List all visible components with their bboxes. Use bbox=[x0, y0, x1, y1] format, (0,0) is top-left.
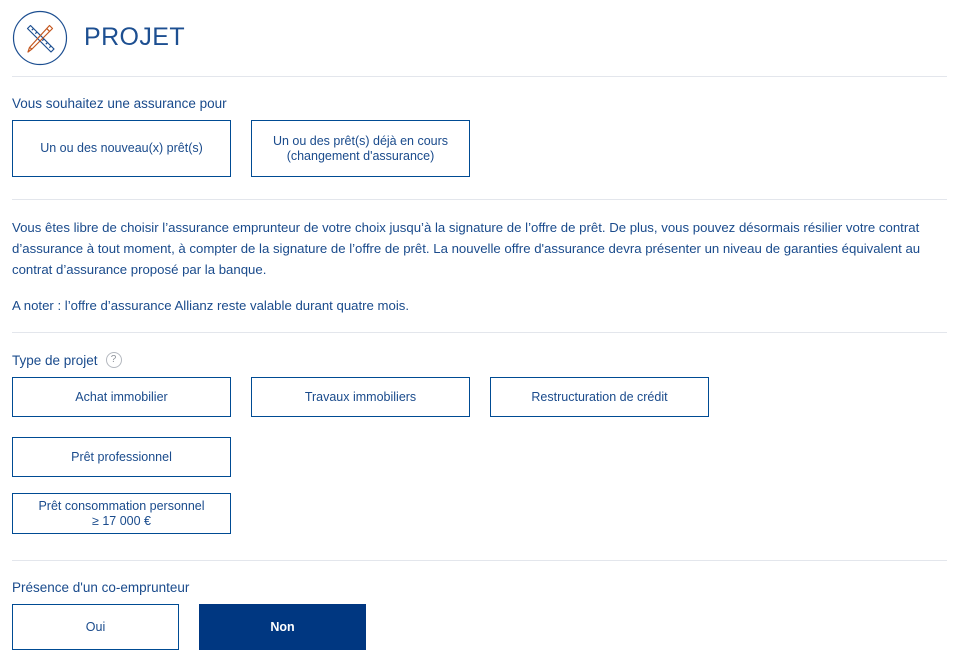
insurance-for-section: Vous souhaitez une assurance pour Un ou … bbox=[0, 96, 959, 177]
insurance-option-existing-loans-line1: Un ou des prêt(s) déjà en cours bbox=[272, 133, 449, 148]
insurance-section-divider bbox=[12, 199, 947, 200]
project-type-section: Type de projet ? Achat immobilier Travau… bbox=[0, 352, 959, 534]
project-type-pret-consommation-label: Prêt consommation personnel ≥ 17 000 € bbox=[38, 499, 204, 529]
project-type-label: Type de projet ? bbox=[12, 352, 947, 368]
project-type-pret-professionnel[interactable]: Prêt professionnel bbox=[12, 437, 231, 477]
co-borrower-option-non[interactable]: Non bbox=[199, 604, 366, 650]
insurance-option-new-loans-label: Un ou des nouveau(x) prêt(s) bbox=[40, 141, 203, 155]
project-type-label-text: Type de projet bbox=[12, 352, 98, 368]
legal-notice-block: Vous êtes libre de choisir l’assurance e… bbox=[0, 217, 959, 316]
legal-notice-paragraph-2: A noter : l’offre d’assurance Allianz re… bbox=[12, 298, 410, 313]
notice-section-divider bbox=[12, 332, 947, 333]
insurance-for-label: Vous souhaitez une assurance pour bbox=[12, 96, 227, 111]
project-type-options-row-1: Achat immobilier Travaux immobiliers Res… bbox=[12, 377, 947, 477]
project-type-achat-immobilier[interactable]: Achat immobilier bbox=[12, 377, 231, 417]
project-type-pret-professionnel-label: Prêt professionnel bbox=[71, 449, 172, 464]
project-type-section-divider bbox=[12, 560, 947, 561]
insurance-option-existing-loans-line2: (changement d'assurance) bbox=[286, 148, 435, 163]
co-borrower-option-non-label: Non bbox=[270, 619, 295, 634]
project-type-pret-consommation-line2: ≥ 17 000 € bbox=[92, 513, 151, 528]
legal-notice-paragraph-1: Vous êtes libre de choisir l’assurance e… bbox=[12, 220, 921, 277]
help-icon[interactable]: ? bbox=[105, 352, 122, 368]
project-type-options-row-2: Prêt consommation personnel ≥ 17 000 € bbox=[12, 493, 947, 534]
co-borrower-option-oui-label: Oui bbox=[85, 619, 106, 634]
project-type-travaux-immobiliers-label: Travaux immobiliers bbox=[304, 389, 417, 404]
project-form-page: PROJET Vous souhaitez une assurance pour… bbox=[0, 0, 959, 650]
project-type-restructuration-credit-label: Restructuration de crédit bbox=[531, 389, 668, 404]
project-type-pret-consommation[interactable]: Prêt consommation personnel ≥ 17 000 € bbox=[12, 493, 231, 534]
insurance-option-existing-loans-label: Un ou des prêt(s) déjà en cours (changem… bbox=[273, 134, 448, 164]
page-title: PROJET bbox=[84, 23, 186, 51]
insurance-option-existing-loans[interactable]: Un ou des prêt(s) déjà en cours (changem… bbox=[251, 120, 470, 177]
insurance-for-options: Un ou des nouveau(x) prêt(s) Un ou des p… bbox=[12, 120, 947, 177]
insurance-option-new-loans[interactable]: Un ou des nouveau(x) prêt(s) bbox=[12, 120, 231, 177]
project-type-pret-consommation-line1: Prêt consommation personnel bbox=[38, 498, 205, 513]
project-type-achat-immobilier-label: Achat immobilier bbox=[75, 389, 168, 404]
project-type-restructuration-credit[interactable]: Restructuration de crédit bbox=[490, 377, 709, 417]
header-divider bbox=[12, 76, 947, 77]
page-header: PROJET bbox=[0, 0, 959, 65]
co-borrower-options: Oui Non bbox=[12, 604, 947, 650]
co-borrower-option-oui[interactable]: Oui bbox=[12, 604, 179, 650]
project-type-travaux-immobiliers[interactable]: Travaux immobiliers bbox=[251, 377, 470, 417]
co-borrower-section: Présence d'un co-emprunteur Oui Non bbox=[0, 580, 959, 650]
co-borrower-label: Présence d'un co-emprunteur bbox=[12, 580, 190, 595]
pencil-ruler-icon bbox=[12, 10, 68, 66]
